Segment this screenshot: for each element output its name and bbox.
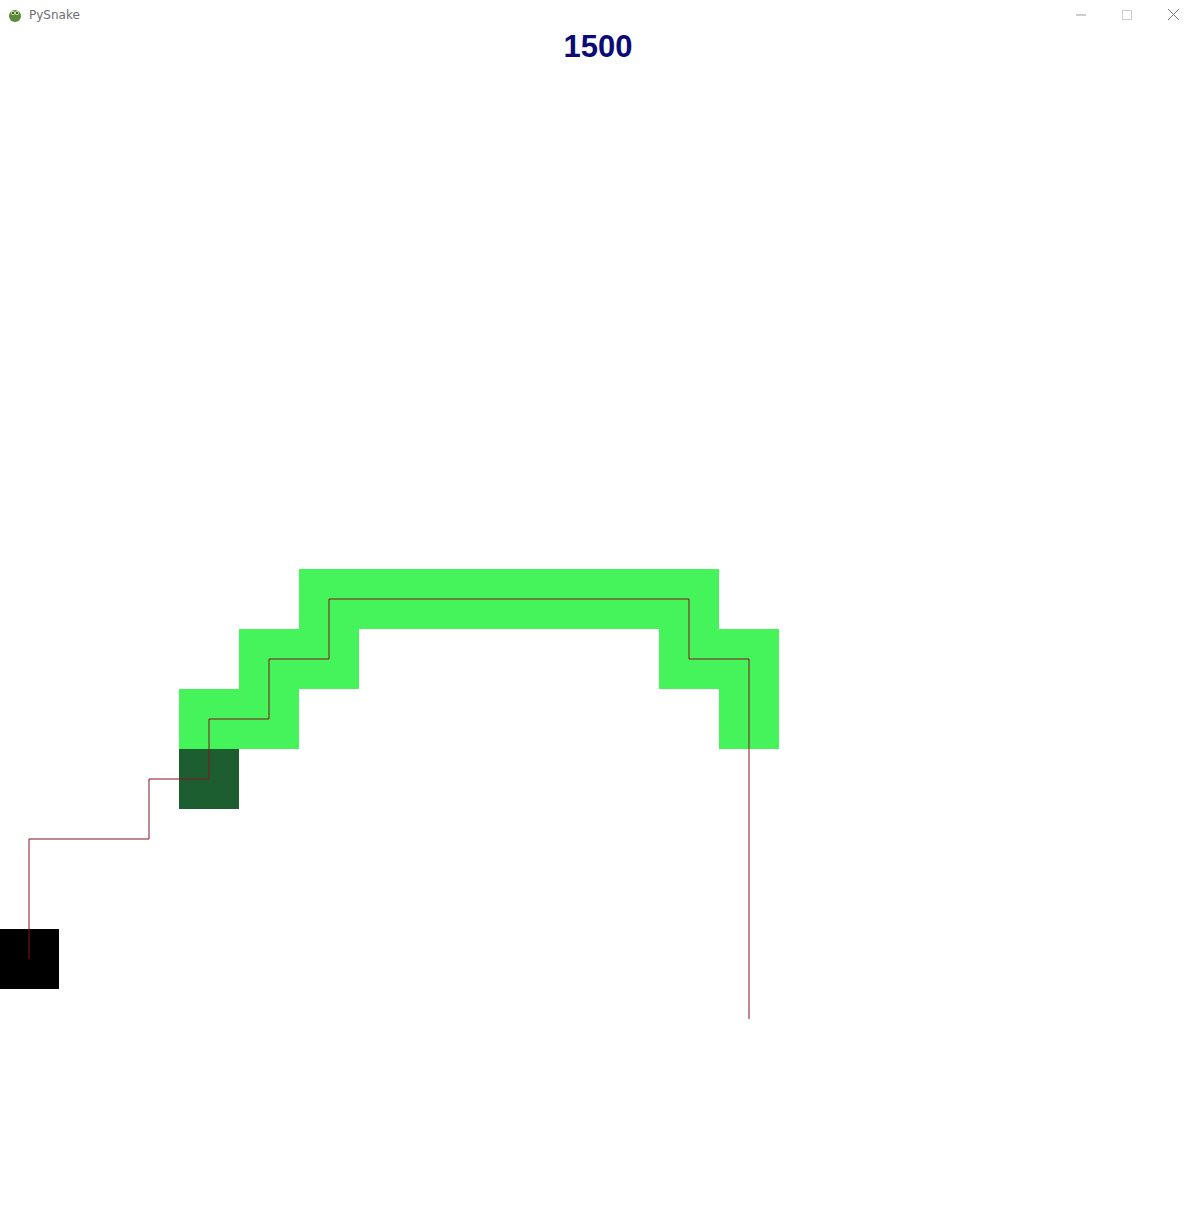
close-button[interactable] xyxy=(1150,0,1196,29)
game-board: 1500 xyxy=(0,29,1196,1228)
window-title: PySnake xyxy=(29,8,80,22)
minimize-button[interactable] xyxy=(1058,0,1104,29)
title-bar: PySnake xyxy=(0,0,1196,29)
path-line xyxy=(29,599,749,1019)
score: 1500 xyxy=(564,29,633,65)
maximize-button[interactable] xyxy=(1104,0,1150,29)
playfield xyxy=(0,29,1196,1228)
maximize-icon xyxy=(1122,10,1132,20)
snake-app-icon xyxy=(7,7,23,23)
minimize-icon xyxy=(1076,10,1086,20)
close-icon xyxy=(1168,9,1179,20)
